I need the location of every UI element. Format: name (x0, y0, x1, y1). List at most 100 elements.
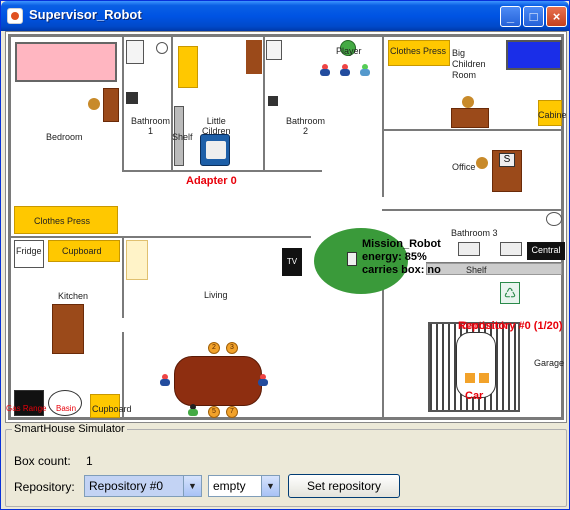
shelf-large-label: Shelf (466, 265, 487, 275)
wall (382, 37, 384, 197)
content-select[interactable]: empty ▼ (208, 475, 280, 497)
repository-label: Repository: (14, 480, 75, 494)
chair-icon (476, 157, 488, 169)
close-button[interactable]: × (546, 6, 567, 27)
office-desk: S (492, 150, 522, 192)
bed-icon (15, 42, 117, 82)
room-label-garage: Garage (534, 358, 565, 368)
tv: TV (282, 248, 302, 276)
room-label-big-children: Big Children Room (452, 48, 486, 80)
panel-title: SmartHouse Simulator (12, 423, 127, 435)
java-app-icon (7, 8, 23, 24)
robot-name: Mission_Robot (362, 238, 441, 250)
shelf-large (426, 263, 562, 275)
robot-energy: energy: 85% (362, 251, 427, 263)
bed-icon (506, 40, 562, 70)
person-icon (320, 64, 330, 76)
repository-select-value: Repository #0 (89, 479, 164, 493)
sink-icon (458, 242, 480, 256)
wall (8, 34, 11, 419)
seat: 2 (208, 342, 220, 354)
kitchen-table (52, 304, 84, 354)
seat: 5 (208, 406, 220, 418)
maximize-button[interactable]: □ (523, 6, 544, 27)
window-title: Supervisor_Robot (29, 7, 142, 22)
clothes-press-left-label: Clothes Press (34, 216, 91, 226)
wall (11, 236, 311, 238)
desk (451, 108, 489, 128)
person-icon (188, 404, 198, 416)
robot-status: Mission_Robot energy: 85% carries box: n… (362, 238, 441, 277)
cupboard-top-label: Cupboard (62, 246, 102, 256)
basin-icon (500, 242, 522, 256)
robot-icon[interactable] (347, 252, 357, 266)
printer-icon (206, 141, 226, 159)
box-count-value: 1 (86, 454, 93, 468)
box-count-label: Box count: (14, 454, 71, 468)
minimize-button[interactable]: _ (500, 6, 521, 27)
sofa (126, 240, 148, 280)
chevron-down-icon[interactable]: ▼ (183, 476, 201, 496)
wall (171, 37, 173, 172)
chevron-down-icon[interactable]: ▼ (261, 476, 279, 496)
content-select-value: empty (213, 479, 246, 493)
wardrobe (103, 88, 119, 122)
room-label-little-children: Little Cildren (202, 116, 231, 136)
wall (8, 34, 564, 37)
seat: 3 (226, 342, 238, 354)
room-label-office: Office (452, 162, 476, 172)
gas-range-label: Gas Range (6, 404, 47, 413)
lamp-icon (88, 98, 100, 110)
lamp-icon (462, 96, 474, 108)
adapter-icon[interactable] (200, 134, 230, 166)
toilet-icon (156, 42, 168, 54)
robot-carries: carries box: no (362, 264, 441, 276)
wall (122, 238, 124, 318)
basin-label: Basin (56, 404, 77, 413)
room-label-kitchen: Kitchen (58, 291, 89, 301)
cabinet-bathroom2 (246, 40, 262, 74)
title-bar[interactable]: Supervisor_Robot _ □ × (1, 1, 569, 31)
sink-icon (126, 40, 144, 64)
repository-overlay: Repository #0 (1/20) (458, 320, 563, 332)
person-icon (340, 64, 350, 76)
toilet-icon (546, 212, 562, 226)
house-map-canvas[interactable]: Bedroom Clothes Press Bathroom 1 Shelf L… (5, 31, 567, 423)
wall (263, 37, 265, 172)
cupboard-bottom-label: Cupboard (92, 404, 132, 414)
wall (122, 37, 124, 172)
adapter-label: Adapter 0 (186, 175, 237, 187)
player-label: Player (336, 46, 362, 56)
basin-icon (268, 96, 278, 106)
smarthouse-panel: SmartHouse Simulator Box count: 1 Reposi… (5, 423, 567, 507)
room-label-bathroom3: Bathroom 3 (451, 228, 498, 238)
recycle-bin-icon[interactable]: ♺ (500, 282, 520, 304)
person-icon (258, 374, 268, 386)
person-icon (360, 64, 370, 76)
central-unit: Central (527, 242, 565, 260)
app-window: Supervisor_Robot _ □ × Bedroom Clothes P… (0, 0, 570, 510)
room-label-bathroom2: Bathroom 2 (286, 116, 326, 136)
room-label-bedroom: Bedroom (46, 132, 83, 142)
wall (122, 170, 322, 172)
person-icon (160, 374, 170, 386)
wall (382, 209, 562, 211)
wall (382, 129, 562, 131)
clothes-press-top-label: Clothes Press (390, 46, 447, 56)
fridge-label: Fridge (16, 246, 42, 256)
room-label-living: Living (204, 290, 228, 300)
basin-icon (126, 92, 138, 104)
set-repository-button[interactable]: Set repository (288, 474, 400, 498)
room-label-bathroom1: Bathroom 1 (131, 116, 171, 136)
cabinet-label: Cabinet (538, 110, 567, 120)
box-icon (465, 373, 475, 383)
car-label: Car (465, 390, 484, 402)
repository-select[interactable]: Repository #0 ▼ (84, 475, 202, 497)
car-icon (456, 332, 496, 398)
dining-table (174, 356, 262, 406)
safe-icon: S (499, 153, 515, 167)
box-icon (479, 373, 489, 383)
child-bed (178, 46, 198, 88)
shelf-small-label: Shelf (172, 132, 193, 142)
sink-icon (266, 40, 282, 60)
